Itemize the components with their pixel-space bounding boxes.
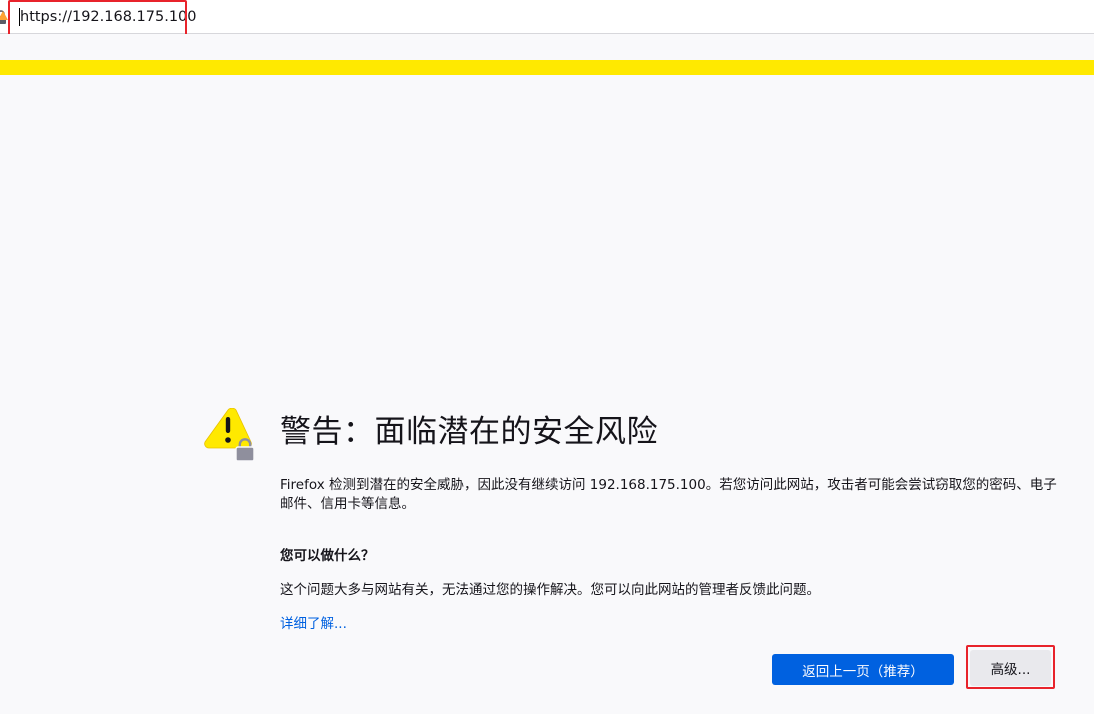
go-back-button[interactable]: 返回上一页（推荐）	[772, 654, 954, 685]
lock-warning-icon[interactable]	[0, 9, 8, 25]
advice-text: 这个问题大多与网站有关，无法通过您的操作解决。您可以向此网站的管理者反馈此问题。	[280, 582, 820, 598]
learn-more-link[interactable]: 详细了解...	[280, 612, 347, 632]
advanced-button[interactable]: 高级...	[970, 650, 1051, 686]
warning-strip	[0, 60, 1094, 75]
address-bar[interactable]	[0, 0, 1094, 34]
url-input[interactable]	[20, 6, 420, 28]
what-can-you-do-heading: 您可以做什么？	[280, 548, 375, 564]
warning-triangle-lock-icon	[204, 408, 255, 462]
warning-description: Firefox 检测到潜在的安全威胁，因此没有继续访问 192.168.175.…	[280, 477, 1057, 512]
toolbar-gap	[0, 34, 1094, 60]
page-title: 警告：面临潜在的安全风险	[280, 414, 658, 450]
